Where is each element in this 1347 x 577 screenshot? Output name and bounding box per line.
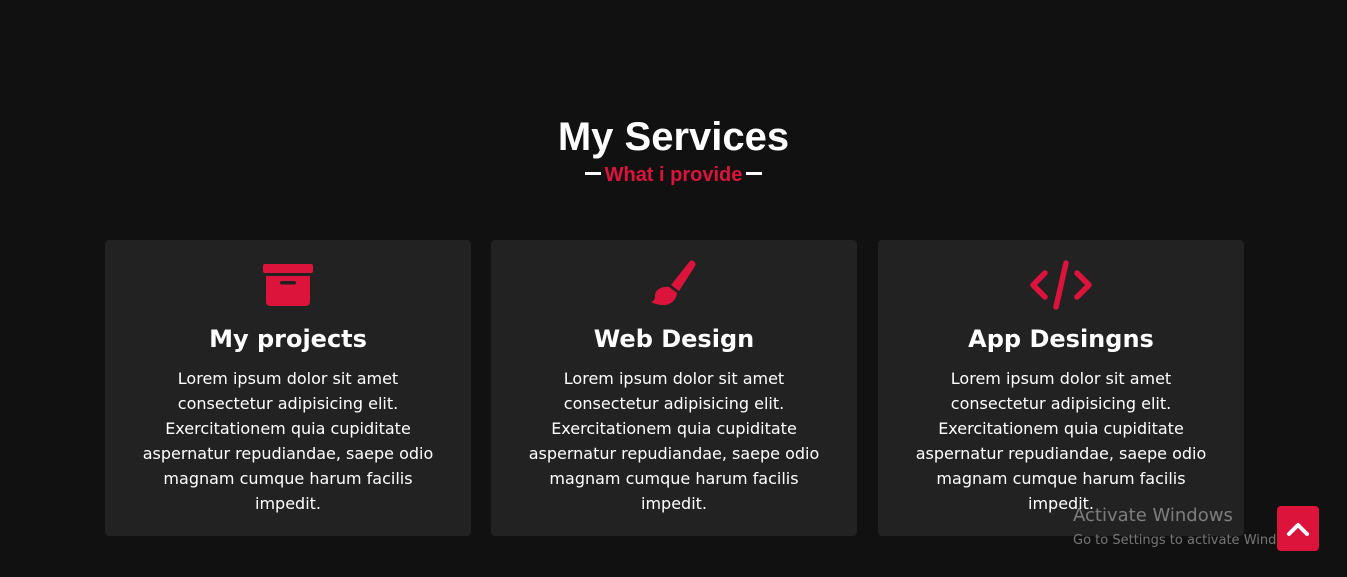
scroll-top-button[interactable]: [1277, 506, 1319, 551]
paint-brush-icon: [491, 260, 857, 310]
watermark-subtitle: Go to Settings to activate Windows.: [1073, 533, 1306, 548]
subtitle-dash-right: [746, 172, 763, 176]
code-icon: [878, 260, 1244, 310]
section-subtitle: What i provide: [0, 163, 1347, 187]
service-title: My projects: [209, 325, 367, 353]
service-description: Lorem ipsum dolor sit amet consectetur a…: [528, 369, 820, 513]
services-page: My Services What i provide My projects L…: [0, 0, 1347, 577]
service-title: Web Design: [593, 325, 755, 353]
subtitle-dash-left: [584, 172, 601, 176]
section-title: My Services: [557, 115, 790, 159]
service-description: Lorem ipsum dolor sit amet consectetur a…: [915, 369, 1207, 513]
chevron-up-icon: [1287, 522, 1309, 536]
service-card-app-designs[interactable]: App Desingns Lorem ipsum dolor sit amet …: [878, 240, 1244, 536]
activate-windows-watermark: Activate Windows Go to Settings to activ…: [1073, 505, 1306, 550]
archive-box-icon: [105, 260, 471, 310]
service-description: Lorem ipsum dolor sit amet consectetur a…: [142, 369, 434, 513]
service-card-projects[interactable]: My projects Lorem ipsum dolor sit amet c…: [105, 240, 471, 536]
watermark-title: Activate Windows: [1073, 505, 1233, 526]
service-title: App Desingns: [968, 325, 1154, 353]
service-card-web-design[interactable]: Web Design Lorem ipsum dolor sit amet co…: [491, 240, 857, 536]
subtitle-text: What i provide: [604, 164, 743, 186]
